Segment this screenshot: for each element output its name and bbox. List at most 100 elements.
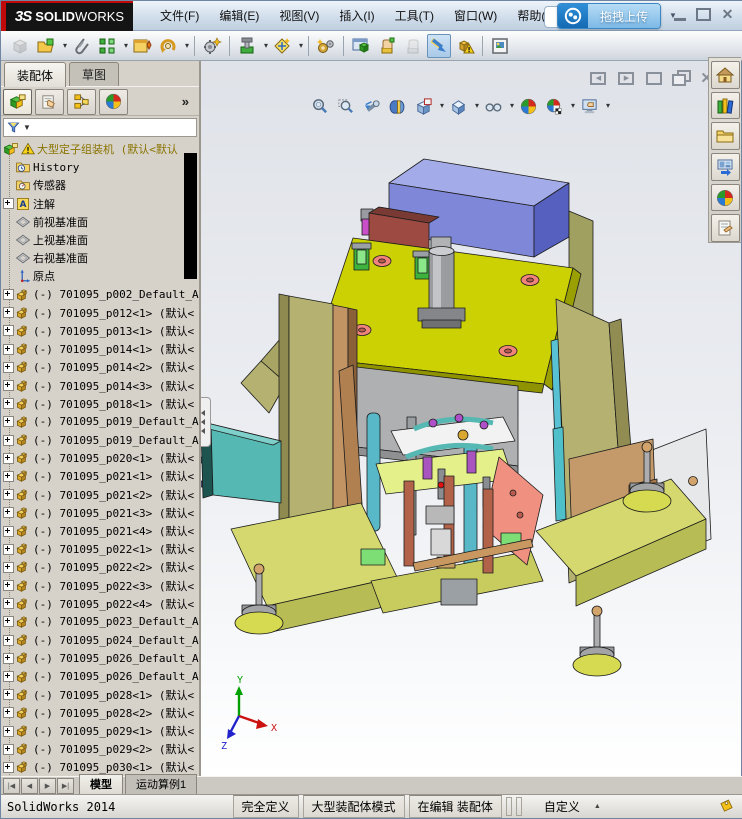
toolbar-button[interactable] xyxy=(270,34,303,58)
tree-row[interactable]: (-) 701095_p024_Default_A: xyxy=(1,631,199,649)
expand-toggle[interactable] xyxy=(1,452,15,464)
expand-toggle[interactable] xyxy=(1,743,15,755)
tree-row[interactable]: (-) 701095_p022<2> (默认< xyxy=(1,558,199,576)
toolbar-button[interactable] xyxy=(95,34,128,58)
tree-row[interactable]: (-) 701095_p020<1> (默认< xyxy=(1,449,199,467)
manager-tab-button[interactable] xyxy=(35,88,64,115)
menu-item[interactable]: 插入(I) xyxy=(330,3,383,28)
expand-toggle[interactable] xyxy=(1,689,15,701)
task-pane-button[interactable] xyxy=(710,122,740,151)
tab-prev-button[interactable]: ◀ xyxy=(21,778,38,794)
panel-tab[interactable]: 草图 xyxy=(69,62,120,86)
toolbar-button[interactable] xyxy=(130,34,154,58)
manager-tab-button[interactable] xyxy=(99,88,128,115)
menu-item[interactable]: 工具(T) xyxy=(386,3,443,28)
expand-toggle[interactable] xyxy=(1,434,15,446)
manager-overflow-chevron[interactable]: » xyxy=(182,94,189,109)
toolbar-button[interactable] xyxy=(453,34,477,58)
expand-toggle[interactable] xyxy=(1,380,15,392)
tree-row[interactable]: (-) 701095_p022<3> (默认< xyxy=(1,577,199,595)
task-pane-button[interactable] xyxy=(710,214,740,243)
close-button[interactable]: ✕ xyxy=(720,6,735,22)
tree-row[interactable]: (-) 701095_p022<1> (默认< xyxy=(1,540,199,558)
minimize-button[interactable] xyxy=(672,8,687,21)
expand-toggle[interactable] xyxy=(1,616,15,628)
study-tab[interactable]: 运动算例1 xyxy=(125,774,198,794)
filter-caret-icon[interactable]: ▼ xyxy=(23,123,31,132)
expand-toggle[interactable] xyxy=(1,580,15,592)
tree-filter-field[interactable]: ▼ xyxy=(3,118,197,137)
expand-toggle[interactable] xyxy=(1,725,15,737)
expand-toggle[interactable] xyxy=(1,598,15,610)
tree-row[interactable]: 前视基准面 xyxy=(1,213,199,231)
tree-row[interactable]: (-) 701095_p021<3> (默认< xyxy=(1,504,199,522)
tree-row[interactable]: 注解 xyxy=(1,195,199,213)
custom-caret-icon[interactable]: ▲ xyxy=(594,803,601,810)
manager-tab-button[interactable] xyxy=(3,88,32,115)
tab-first-button[interactable]: |◀ xyxy=(3,778,20,794)
study-tab[interactable]: 模型 xyxy=(79,774,123,794)
expand-toggle[interactable] xyxy=(1,707,15,719)
model-canvas[interactable]: Y X Z xyxy=(201,61,741,777)
expand-toggle[interactable] xyxy=(1,634,15,646)
tree-row[interactable]: 大型定子组装机 (默认<默认 xyxy=(1,140,199,158)
expand-toggle[interactable] xyxy=(1,416,15,428)
toolbar-button[interactable] xyxy=(482,34,512,58)
tree-row[interactable]: (-) 701095_p014<2> (默认< xyxy=(1,358,199,376)
expand-toggle[interactable] xyxy=(1,361,15,373)
toolbar-button[interactable] xyxy=(156,34,189,58)
tree-row[interactable]: (-) 701095_p018<1> (默认< xyxy=(1,395,199,413)
expand-toggle[interactable] xyxy=(1,561,15,573)
expand-toggle[interactable] xyxy=(1,671,15,683)
menu-item[interactable]: 窗口(W) xyxy=(445,3,506,28)
task-pane-button[interactable] xyxy=(710,183,740,212)
toolbar-button[interactable] xyxy=(229,34,268,58)
tree-row[interactable]: 右视基准面 xyxy=(1,249,199,267)
tree-row[interactable]: 原点 xyxy=(1,267,199,285)
toolbar-button[interactable] xyxy=(34,34,67,58)
tab-last-button[interactable]: ▶| xyxy=(57,778,74,794)
expand-toggle[interactable] xyxy=(1,652,15,664)
task-pane-button[interactable] xyxy=(710,91,740,120)
expand-toggle[interactable] xyxy=(1,543,15,555)
tree-row[interactable]: (-) 701095_p029<2> (默认< xyxy=(1,740,199,758)
expand-toggle[interactable] xyxy=(1,489,15,501)
tree-row[interactable]: 上视基准面 xyxy=(1,231,199,249)
tree-row[interactable]: (-) 701095_p012<1> (默认< xyxy=(1,304,199,322)
tree-row[interactable]: (-) 701095_p023_Default_A: xyxy=(1,613,199,631)
tree-row[interactable]: (-) 701095_p028<2> (默认< xyxy=(1,704,199,722)
tree-row[interactable]: (-) 701095_p019_Default_A: xyxy=(1,413,199,431)
expand-toggle[interactable] xyxy=(1,761,15,773)
tree-row[interactable]: (-) 701095_p021<4> (默认< xyxy=(1,522,199,540)
manager-tab-button[interactable] xyxy=(67,88,96,115)
task-pane-button[interactable] xyxy=(710,61,740,89)
panel-splitter-handle[interactable] xyxy=(201,397,211,447)
expand-toggle[interactable] xyxy=(1,198,15,210)
tree-row[interactable]: (-) 701095_p019_Default_A: xyxy=(1,431,199,449)
toolbar-button[interactable] xyxy=(308,34,338,58)
tree-row[interactable]: 传感器 xyxy=(1,176,199,194)
menu-item[interactable]: 视图(V) xyxy=(270,3,328,28)
toolbar-button[interactable] xyxy=(401,34,425,58)
expand-toggle[interactable] xyxy=(1,525,15,537)
expand-toggle[interactable] xyxy=(1,470,15,482)
status-custom-label[interactable]: 自定义 xyxy=(544,798,580,815)
toolbar-button[interactable] xyxy=(375,34,399,58)
expand-toggle[interactable] xyxy=(1,343,15,355)
tree-row[interactable]: (-) 701095_p029<1> (默认< xyxy=(1,722,199,740)
tree-row[interactable]: (-) 701095_p002_Default_A: xyxy=(1,286,199,304)
tree-row[interactable]: (-) 701095_p028<1> (默认< xyxy=(1,686,199,704)
tree-row[interactable]: (-) 701095_p014<1> (默认< xyxy=(1,340,199,358)
tree-row[interactable]: (-) 701095_p021<1> (默认< xyxy=(1,467,199,485)
expand-toggle[interactable] xyxy=(1,507,15,519)
expand-toggle[interactable] xyxy=(1,307,15,319)
toolbar-button[interactable] xyxy=(343,34,373,58)
toolbar-button[interactable] xyxy=(427,33,451,58)
task-pane-button[interactable] xyxy=(710,153,740,181)
upload-button[interactable]: 拖拽上传 xyxy=(557,3,662,29)
expand-toggle[interactable] xyxy=(1,289,15,301)
expand-toggle[interactable] xyxy=(1,398,15,410)
toolbar-button[interactable] xyxy=(69,34,93,58)
panel-tab[interactable]: 装配体 xyxy=(4,62,67,87)
graphics-area[interactable]: ◀ ▶ ✕ ▾ ▾ ▾ ▾ ▾ Y X Z xyxy=(201,61,741,777)
